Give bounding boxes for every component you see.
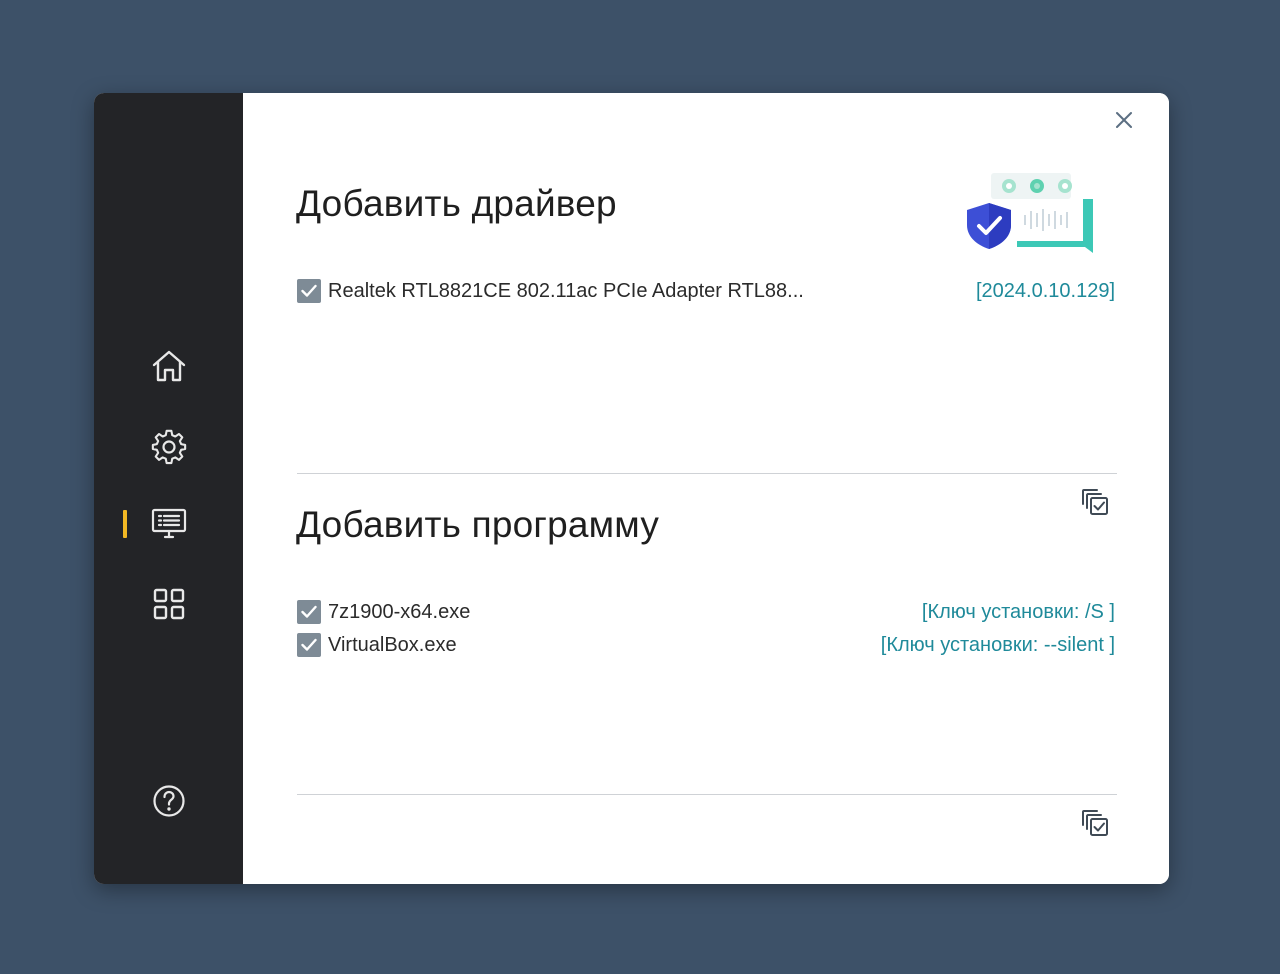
copy-check-icon [1080,487,1110,522]
help-icon [152,784,186,818]
driver-version-link[interactable]: [2024.0.10.129] [976,280,1115,303]
driver-shield-illustration [965,169,1103,265]
main-panel: Добавить драйвер Realtek RTL8821CE 802.1… [243,93,1169,884]
program-copy-button[interactable] [1079,809,1111,841]
sidebar [94,93,243,884]
section-divider [297,473,1117,474]
install-key-link[interactable]: [Ключ установки: /S ] [922,601,1115,624]
program-section-title: Добавить программу [296,504,660,545]
close-button[interactable] [1109,107,1139,137]
gear-icon [150,428,188,466]
home-icon [150,347,188,385]
section-divider [297,794,1117,795]
driver-copy-button[interactable] [1079,488,1111,520]
help-button[interactable] [94,779,243,823]
grid-icon [152,587,186,621]
install-key-link[interactable]: [Ключ установки: --silent ] [881,634,1115,657]
program-checkbox[interactable] [297,600,321,624]
driver-name: Realtek RTL8821CE 802.11ac PCIe Adapter … [328,279,804,302]
active-indicator [123,510,127,538]
driver-row: Realtek RTL8821CE 802.11ac PCIe Adapter … [297,278,1115,304]
program-row: 7z1900-x64.exe [Ключ установки: /S ] [297,599,1115,625]
sidebar-item-drivers[interactable] [94,501,243,545]
copy-check-icon [1080,808,1110,843]
program-checkbox[interactable] [297,633,321,657]
app-window: Добавить драйвер Realtek RTL8821CE 802.1… [94,93,1169,884]
program-row: VirtualBox.exe [Ключ установки: --silent… [297,632,1115,658]
monitor-list-icon [151,507,187,539]
sidebar-item-apps[interactable] [94,582,243,626]
sidebar-item-home[interactable] [94,344,243,388]
driver-section-title: Добавить драйвер [296,183,617,224]
driver-checkbox[interactable] [297,279,321,303]
program-name: 7z1900-x64.exe [328,600,471,623]
sidebar-item-settings[interactable] [94,425,243,469]
close-icon [1115,111,1133,134]
program-name: VirtualBox.exe [328,633,457,656]
